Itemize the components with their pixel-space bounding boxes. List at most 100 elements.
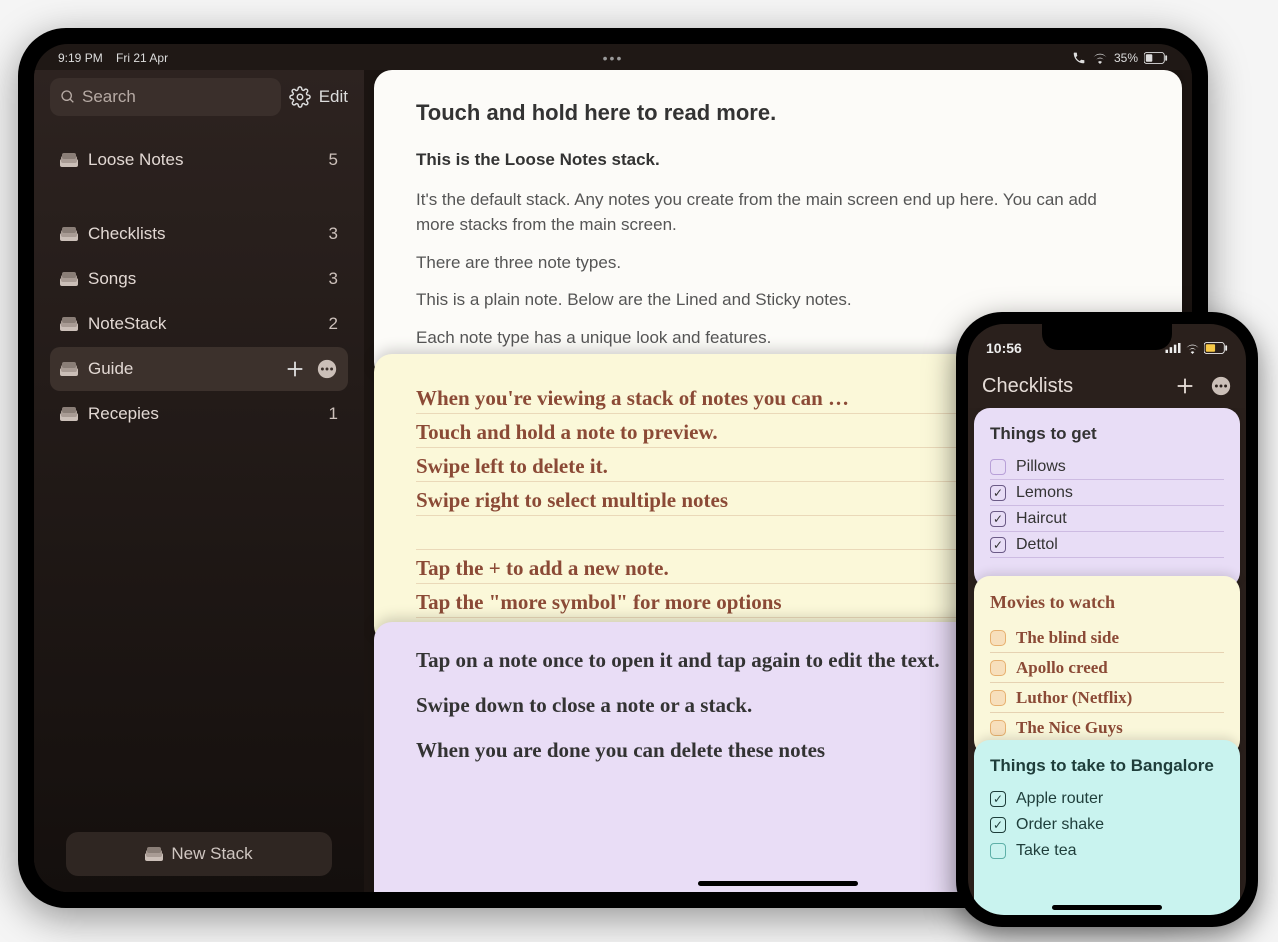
sidebar-item-recepies[interactable]: Recepies 1 [50, 392, 348, 436]
stack-icon [60, 153, 78, 167]
item-label: Apollo creed [1016, 658, 1108, 678]
search-input[interactable]: Search [50, 78, 281, 116]
item-label: Lemons [1016, 484, 1073, 502]
item-label: Order shake [1016, 816, 1104, 834]
header: Checklists [968, 364, 1246, 408]
sidebar-item-label: Recepies [88, 404, 159, 424]
checkbox-icon[interactable]: ✓ [990, 791, 1006, 807]
checkbox-icon[interactable] [990, 630, 1006, 646]
status-left: 9:19 PM Fri 21 Apr [58, 51, 168, 65]
plus-icon [1174, 375, 1196, 397]
search-icon [60, 89, 76, 105]
phone-icon [1072, 51, 1086, 65]
card-title: Things to get [990, 424, 1224, 444]
more-icon [1210, 375, 1232, 397]
item-label: Take tea [1016, 842, 1076, 860]
stack-list: Loose Notes 5 Checklists 3 Songs 3 [50, 138, 348, 832]
list-item[interactable]: The Nice Guys [990, 713, 1224, 743]
item-label: The blind side [1016, 628, 1119, 648]
sidebar-item-count: 5 [329, 150, 338, 170]
checkbox-icon[interactable] [990, 843, 1006, 859]
battery-icon [1144, 52, 1168, 64]
plus-icon [284, 358, 306, 380]
item-label: Haircut [1016, 510, 1067, 528]
edit-button[interactable]: Edit [319, 87, 348, 107]
checkbox-icon[interactable]: ✓ [990, 817, 1006, 833]
sidebar-item-guide[interactable]: Guide [50, 347, 348, 391]
sidebar-item-checklists[interactable]: Checklists 3 [50, 212, 348, 256]
more-button[interactable] [316, 358, 338, 380]
sidebar-item-count: 1 [329, 404, 338, 424]
iphone-device: 10:56 Checklists Things to get Pillows ✓… [956, 312, 1258, 927]
new-stack-label: New Stack [171, 844, 252, 864]
status-time: 9:19 PM [58, 51, 103, 65]
card-things-to-take[interactable]: Things to take to Bangalore ✓Apple route… [974, 740, 1240, 915]
sidebar-item-label: Checklists [88, 224, 165, 244]
wifi-icon [1185, 343, 1200, 354]
item-label: Dettol [1016, 536, 1058, 554]
card-movies-to-watch[interactable]: Movies to watch The blind side Apollo cr… [974, 576, 1240, 756]
checklist-content: Things to get Pillows ✓ Lemons ✓ Haircut ✓… [968, 408, 1246, 915]
list-item[interactable]: The blind side [990, 623, 1224, 653]
sidebar-item-notestack[interactable]: NoteStack 2 [50, 302, 348, 346]
list-item[interactable]: ✓ Dettol [990, 532, 1224, 558]
sidebar-item-loose-notes[interactable]: Loose Notes 5 [50, 138, 348, 182]
sidebar-item-label: Guide [88, 359, 133, 379]
new-stack-button[interactable]: New Stack [66, 832, 332, 876]
sidebar-item-songs[interactable]: Songs 3 [50, 257, 348, 301]
list-item[interactable]: Pillows [990, 454, 1224, 480]
status-right: 35% [1072, 51, 1168, 65]
status-right [1165, 342, 1228, 354]
more-button[interactable] [1210, 375, 1232, 397]
card-title: Movies to watch [990, 592, 1224, 613]
battery-pct: 35% [1114, 51, 1138, 65]
checkbox-icon[interactable] [990, 690, 1006, 706]
sidebar: Search Edit Loose Notes 5 Chec [34, 70, 364, 892]
header-title: Checklists [982, 375, 1073, 398]
sidebar-item-label: Loose Notes [88, 150, 183, 170]
status-bar: 9:19 PM Fri 21 Apr ••• 35% [34, 44, 1192, 70]
item-label: Pillows [1016, 458, 1066, 476]
stack-icon [145, 847, 163, 861]
checkbox-icon[interactable] [990, 660, 1006, 676]
list-item[interactable]: ✓ Haircut [990, 506, 1224, 532]
list-item[interactable]: Apollo creed [990, 653, 1224, 683]
list-item[interactable]: ✓ Lemons [990, 480, 1224, 506]
list-item[interactable]: Take tea [990, 838, 1224, 864]
card-things-to-get[interactable]: Things to get Pillows ✓ Lemons ✓ Haircut ✓… [974, 408, 1240, 588]
list-item[interactable]: Luthor (Netflix) [990, 683, 1224, 713]
list-item[interactable]: ✓Apple router [990, 786, 1224, 812]
battery-icon [1204, 342, 1228, 354]
stack-icon [60, 272, 78, 286]
sidebar-item-label: NoteStack [88, 314, 166, 334]
home-indicator[interactable] [1052, 905, 1162, 910]
settings-button[interactable] [289, 86, 311, 108]
multitask-dots-icon[interactable]: ••• [603, 50, 624, 66]
add-note-button[interactable] [284, 358, 306, 380]
stack-icon [60, 407, 78, 421]
checkbox-icon[interactable]: ✓ [990, 537, 1006, 553]
stack-icon [60, 227, 78, 241]
sidebar-item-label: Songs [88, 269, 136, 289]
stack-icon [60, 317, 78, 331]
sidebar-item-count: 3 [329, 224, 338, 244]
status-time: 10:56 [986, 340, 1022, 356]
checkbox-icon[interactable] [990, 720, 1006, 736]
card-title: Things to take to Bangalore [990, 756, 1224, 776]
item-label: Luthor (Netflix) [1016, 688, 1132, 708]
sidebar-item-count: 2 [329, 314, 338, 334]
gear-icon [289, 86, 311, 108]
add-button[interactable] [1174, 375, 1196, 397]
list-item[interactable]: ✓ Order shake [990, 812, 1224, 838]
note-plain-p2: There are three note types. [416, 250, 1140, 276]
note-plain-title: Touch and hold here to read more. [416, 96, 1140, 129]
checkbox-icon[interactable] [990, 459, 1006, 475]
item-label: The Nice Guys [1016, 718, 1123, 738]
search-placeholder: Search [82, 87, 136, 107]
home-indicator[interactable] [698, 881, 858, 886]
iphone-screen: 10:56 Checklists Things to get Pillows ✓… [968, 324, 1246, 915]
checkbox-icon[interactable]: ✓ [990, 485, 1006, 501]
checkbox-icon[interactable]: ✓ [990, 511, 1006, 527]
sidebar-item-count: 3 [329, 269, 338, 289]
stack-icon [60, 362, 78, 376]
